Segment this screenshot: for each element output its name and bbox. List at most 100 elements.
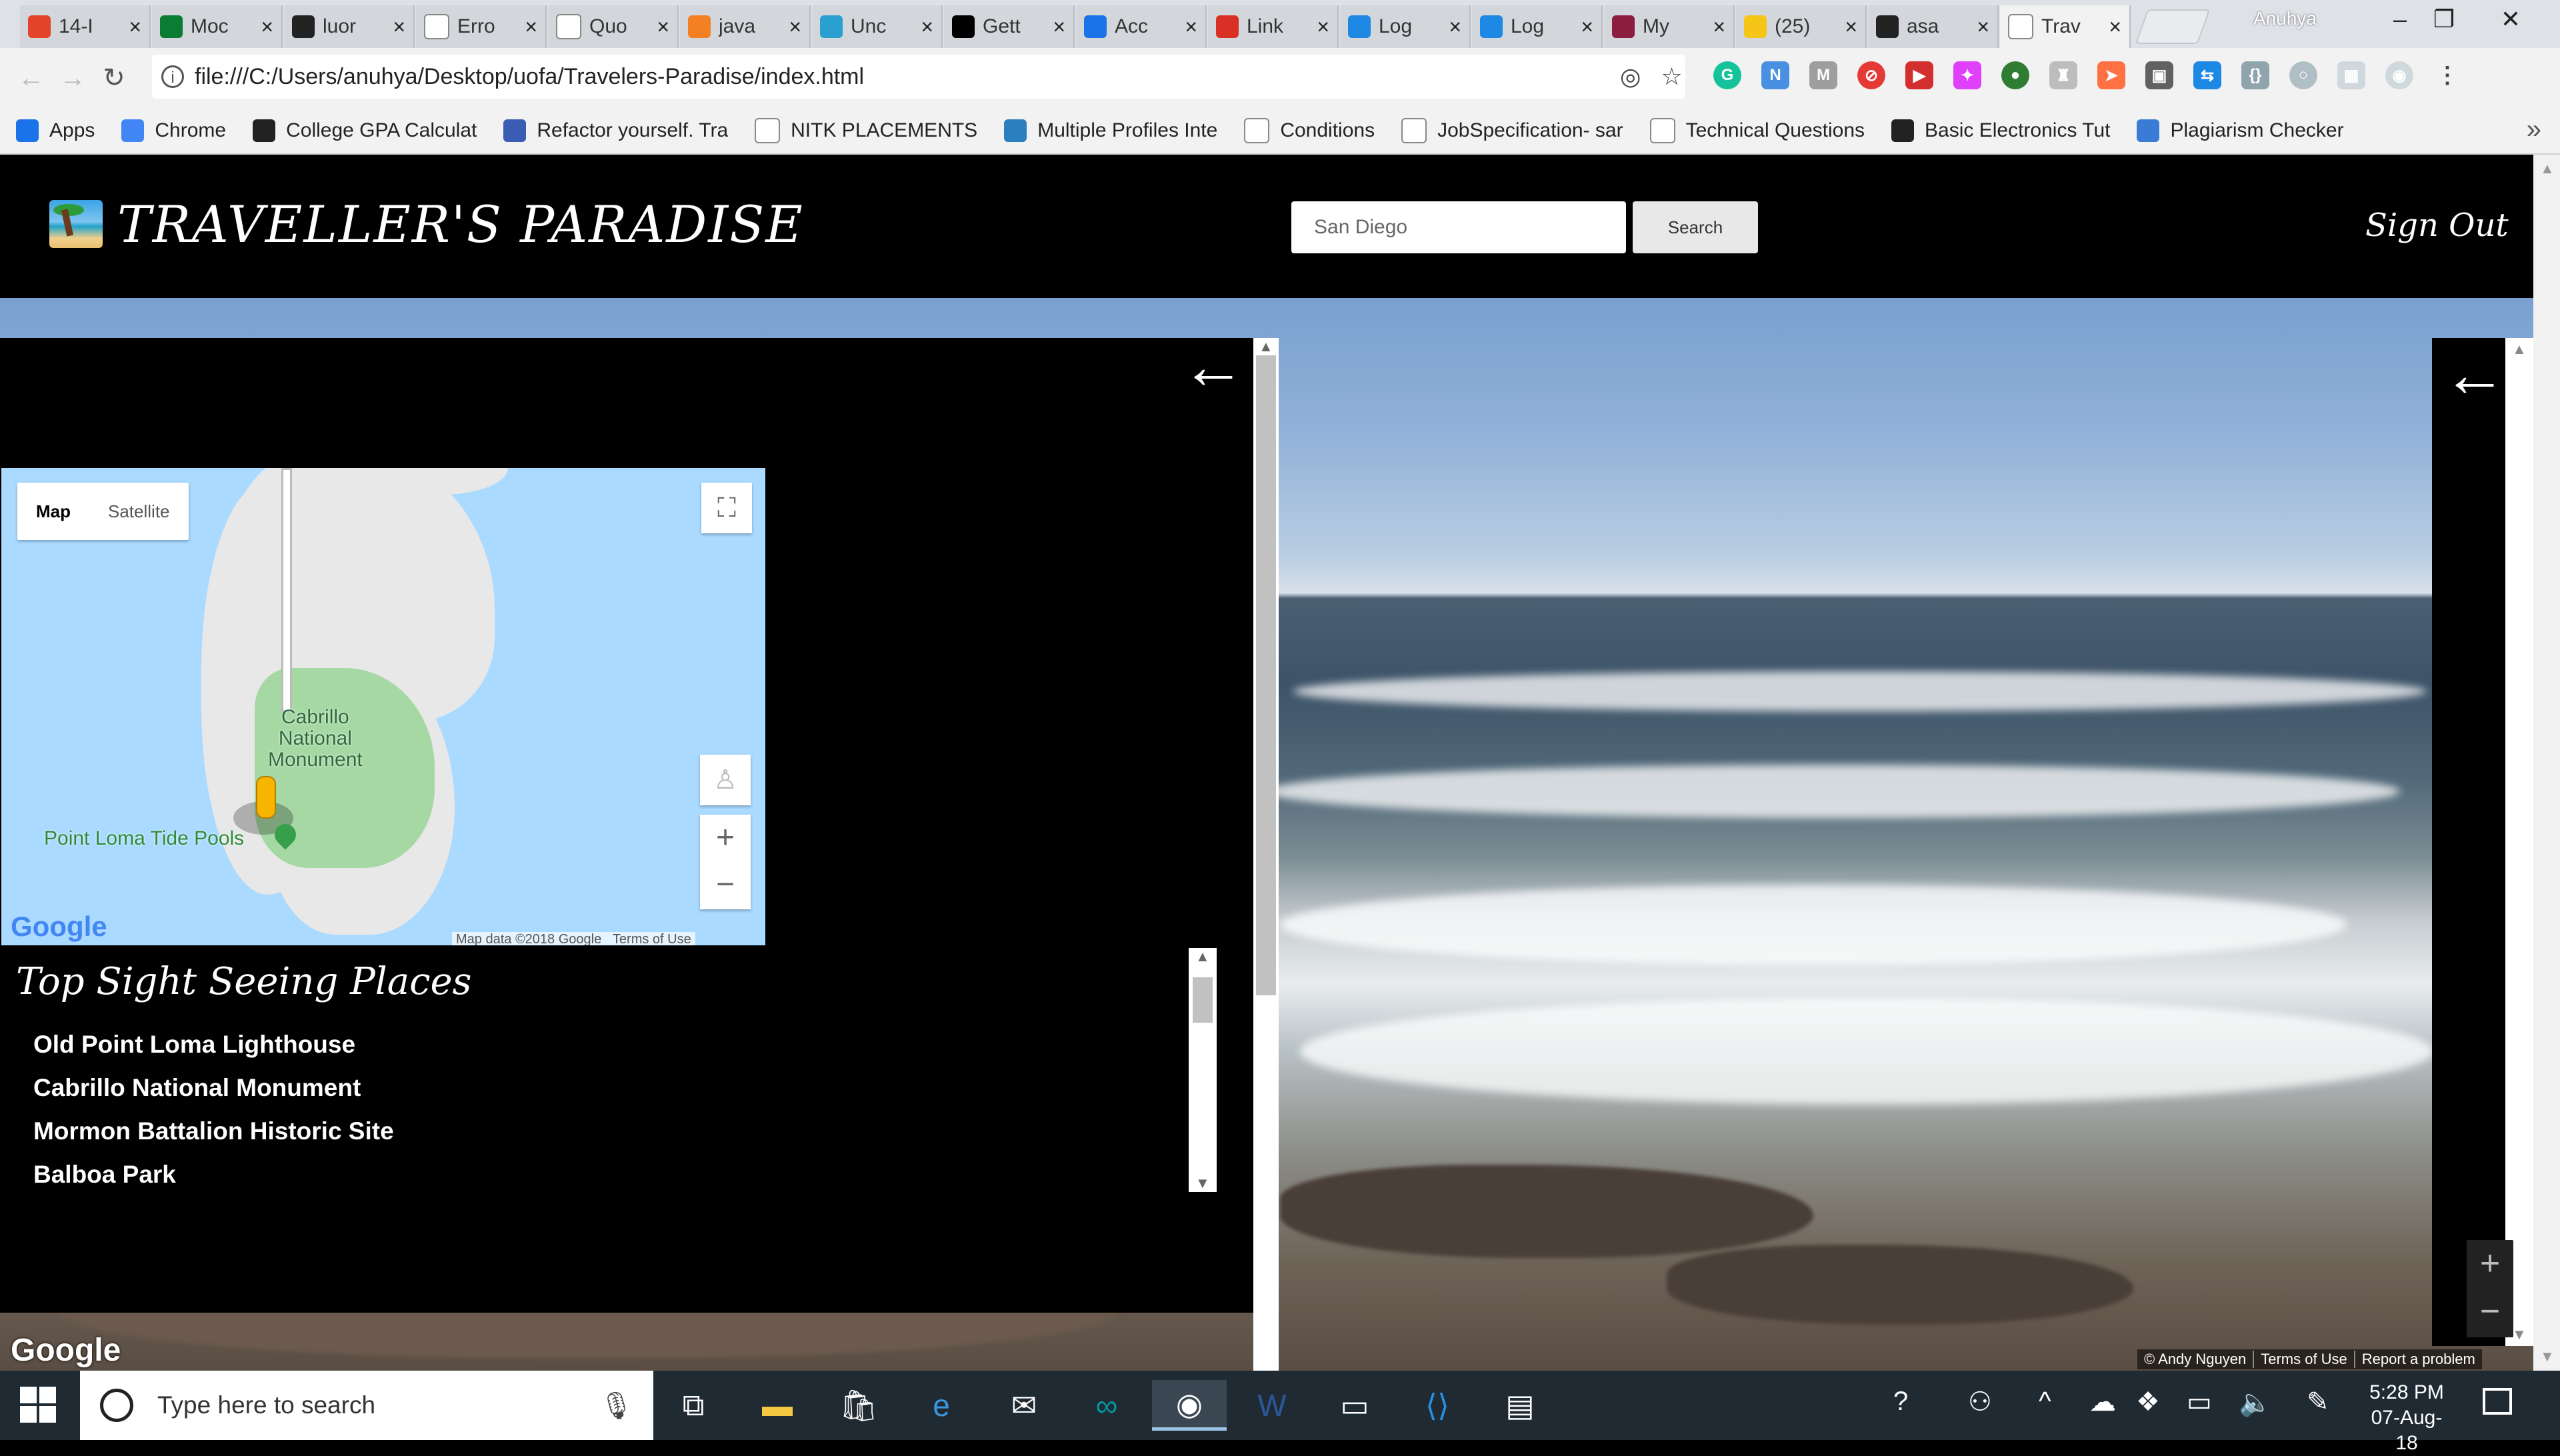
onedrive-icon[interactable]: ☁ [2089,1387,2116,1417]
scroll-down-icon[interactable]: ▼ [2512,1326,2527,1343]
vscode-icon[interactable]: ⟨⟩ [1400,1380,1475,1431]
bookmark-item[interactable]: Plagiarism Checker [2137,118,2344,143]
browser-tab[interactable]: Gett × [944,5,1075,48]
scroll-thumb[interactable] [1256,355,1276,995]
bookmark-star-icon[interactable]: ☆ [1661,63,1682,91]
fullscreen-icon[interactable]: ⛶ [701,483,752,533]
tab-close-icon[interactable]: × [1581,15,1593,39]
scroll-up-icon[interactable]: ▲ [1195,948,1210,965]
browser-tab[interactable]: Log × [1472,5,1603,48]
edge-icon[interactable]: e [904,1380,979,1431]
bookmark-item[interactable]: Chrome [121,118,226,143]
right-panel-scrollbar[interactable]: ▲ ▼ [2505,338,2533,1346]
street-view-pegman-icon[interactable] [256,776,276,819]
tab-close-icon[interactable]: × [393,15,405,39]
cortana-icon[interactable] [100,1389,133,1422]
google-map[interactable]: Map Satellite ⛶ ♙ + − Cabrillo National … [1,468,765,945]
scroll-up-icon[interactable]: ▲ [2540,160,2555,177]
browser-tab[interactable]: (25) × [1736,5,1867,48]
new-extension-icon[interactable]: N [1761,61,1789,89]
more-bookmarks-icon[interactable]: » [2527,115,2541,145]
task-view-icon[interactable]: ⧉ [656,1380,731,1431]
report-problem-link[interactable]: Report a problem [2355,1351,2482,1368]
json-extension-icon[interactable]: {} [2241,61,2269,89]
pegman-icon[interactable]: ♙ [700,755,751,805]
map-zoom-out-button[interactable]: − [700,861,751,908]
map-type-satellite[interactable]: Satellite [89,483,189,540]
scroll-down-icon[interactable]: ▼ [2540,1348,2555,1365]
shield-extension-icon[interactable]: ♜ [2049,61,2077,89]
location-icon[interactable]: ◎ [1620,63,1641,91]
sight-list-item[interactable]: Mormon Battalion Historic Site [33,1109,394,1153]
browser-tab[interactable]: asa × [1868,5,1999,48]
scroll-up-icon[interactable]: ▲ [1259,338,1273,355]
browser-tab[interactable]: Erro × [416,5,547,48]
tab-close-icon[interactable]: × [2109,15,2121,39]
bookmark-item[interactable]: Refactor yourself. Tra [503,118,728,143]
sign-out-link[interactable]: Sign Out [2365,207,2509,244]
tab-close-icon[interactable]: × [525,15,537,39]
tab-close-icon[interactable]: × [1845,15,1857,39]
sv-zoom-out-button[interactable]: − [2467,1288,2513,1336]
screenshot-extension-icon[interactable]: ▣ [2145,61,2173,89]
microphone-icon[interactable]: 🎙 [599,1390,633,1421]
chrome-taskbar-icon[interactable]: ◉ [1152,1380,1227,1431]
battery-icon[interactable]: ▭ [2187,1387,2212,1417]
sight-list-item[interactable]: Cabrillo National Monument [33,1066,394,1109]
tab-close-icon[interactable]: × [921,15,933,39]
tab-close-icon[interactable]: × [1053,15,1065,39]
sight-list-item[interactable]: Old Point Loma Lighthouse [33,1023,394,1066]
grid-extension-icon[interactable]: ▦ [2337,61,2365,89]
word-icon[interactable]: W [1235,1380,1309,1431]
bookmark-item[interactable]: JobSpecification- sar [1401,118,1623,143]
show-hidden-icons[interactable]: ^ [2039,1387,2051,1417]
map-terms-link[interactable]: Terms of Use [613,932,691,945]
terminal-icon[interactable]: ▭ [1317,1380,1392,1431]
browser-tab[interactable]: Acc × [1076,5,1207,48]
store-icon[interactable]: 🛍 [821,1380,896,1431]
grammarly-icon[interactable]: G [1713,61,1741,89]
people-icon[interactable]: ⚇ [1968,1387,1992,1417]
windows-start-icon[interactable] [20,1387,57,1424]
menu-icon[interactable]: ⋮ [2433,61,2461,89]
video-extension-icon[interactable]: ▶ [1905,61,1933,89]
page-scrollbar[interactable]: ▲ ▼ [2533,155,2560,1371]
restore-icon[interactable]: ❐ [2417,5,2471,33]
dropbox-icon[interactable]: ❖ [2136,1387,2160,1417]
reload-icon[interactable]: ↻ [93,63,135,93]
bookmark-item[interactable]: Conditions [1244,118,1375,143]
bookmark-item[interactable]: Technical Questions [1649,118,1865,143]
notification-icon[interactable] [2483,1388,2512,1415]
browser-tab[interactable]: 14-I × [20,5,151,48]
photo-credit[interactable]: © Andy Nguyen [2137,1351,2255,1368]
m-extension-icon[interactable]: M [1809,61,1837,89]
bookmark-item[interactable]: NITK PLACEMENTS [755,118,977,143]
bookmark-item[interactable]: Basic Electronics Tut [1891,118,2110,143]
back-arrow-icon[interactable]: ← [2443,338,2507,411]
bookmark-item[interactable]: College GPA Calculat [253,118,477,143]
arduino-icon[interactable]: ∞ [1069,1380,1144,1431]
browser-tab[interactable]: Log × [1340,5,1471,48]
help-icon[interactable]: ? [1893,1387,1908,1417]
info-icon[interactable]: i [161,65,184,88]
site-title[interactable]: TRAVELLER'S PARADISE [117,195,804,254]
browser-tab[interactable]: Moc × [152,5,283,48]
search-input[interactable]: San Diego [1291,201,1626,253]
pen-icon[interactable]: ✎ [2307,1387,2329,1417]
clock[interactable]: 5:28 PM 07-Aug-18 [2360,1380,2453,1456]
back-icon[interactable]: ← [11,63,52,93]
circle-extension-icon[interactable]: ○ [2289,61,2317,89]
magic-extension-icon[interactable]: ✦ [1953,61,1981,89]
scroll-thumb[interactable] [1193,977,1213,1023]
new-tab-button[interactable] [2135,9,2211,44]
close-window-icon[interactable]: ✕ [2484,5,2537,33]
tab-close-icon[interactable]: × [1713,15,1725,39]
panel-scrollbar[interactable]: ▲ ▼ [1253,338,1279,1371]
browser-tab[interactable]: Unc × [812,5,943,48]
tab-close-icon[interactable]: × [1449,15,1461,39]
map-zoom-in-button[interactable]: + [700,815,751,861]
browser-tab[interactable]: luor × [284,5,415,48]
browser-tab[interactable]: Trav × [2000,5,2131,48]
volume-icon[interactable]: 🔈 [2239,1387,2272,1418]
search-button[interactable]: Search [1633,201,1758,253]
